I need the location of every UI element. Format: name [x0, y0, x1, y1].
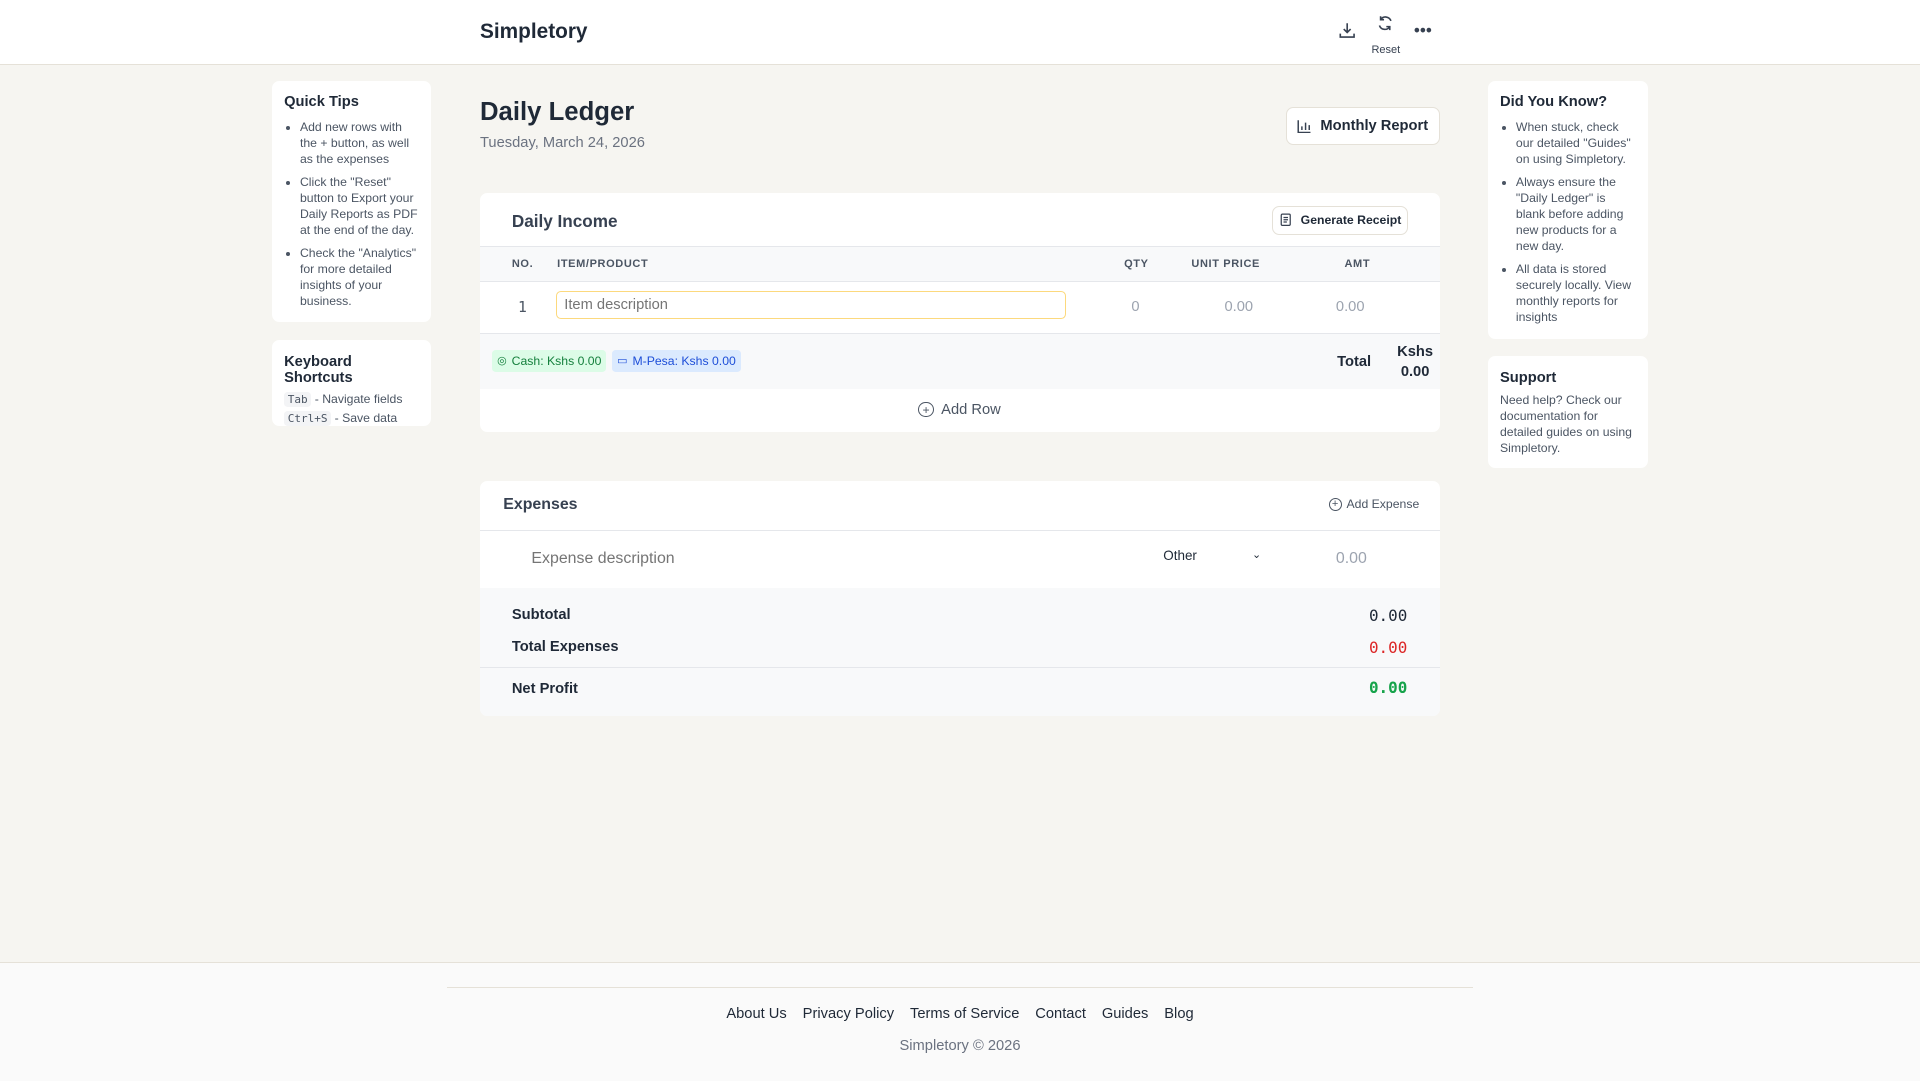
expense-amount-input[interactable]: 0.00 [1336, 550, 1367, 568]
brand-logo[interactable]: Simpletory [480, 20, 587, 44]
col-item: ITEM/PRODUCT [557, 258, 649, 271]
shortcut-tab: Tab - Navigate fields [284, 391, 419, 408]
chevron-down-icon: ⌄ [1251, 549, 1262, 562]
footer-link-guides[interactable]: Guides [1102, 1006, 1149, 1022]
shortcuts-title: Keyboard Shortcuts [284, 353, 353, 386]
footer-link-privacy[interactable]: Privacy Policy [803, 1006, 894, 1022]
key-ctrl-s: Ctrl+S [284, 410, 332, 427]
subtotal-label: Subtotal [511, 607, 571, 624]
support-text: Need help? Check our documentation for d… [1500, 393, 1632, 455]
table-header: NO. ITEM/PRODUCT QTY UNIT PRICE AMT [480, 246, 1440, 283]
shortcut-desc: - Navigate fields [314, 391, 403, 406]
footer-divider [446, 986, 1474, 988]
reset-label[interactable]: Reset [1371, 44, 1400, 56]
footer: About Us Privacy Policy Terms of Service… [0, 962, 1920, 1081]
item-description-input[interactable] [555, 291, 1067, 320]
support-title: Support [1500, 369, 1557, 386]
receipt-icon [1280, 213, 1291, 227]
plus-circle-icon: + [1328, 497, 1342, 511]
mpesa-label: M-Pesa: Kshs 0.00 [632, 353, 736, 368]
daily-income-card: Daily Income Generate Receipt NO. ITEM/P… [480, 193, 1440, 433]
net-profit-value: 0.00 [1368, 678, 1408, 698]
footer-link-blog[interactable]: Blog [1164, 1006, 1193, 1022]
col-unit-price: UNIT PRICE [1191, 258, 1260, 271]
row-number: 1 [517, 298, 527, 316]
tip-item: All data is stored securely locally. Vie… [1516, 262, 1636, 326]
expenses-card: Expenses + Add Expense Other ⌄ 0.00 Subto… [480, 481, 1440, 717]
quick-tips-title: Quick Tips [284, 94, 359, 111]
shortcut-desc: - Save data [334, 410, 398, 425]
qty-input[interactable]: 0 [1131, 299, 1139, 315]
total-currency: Kshs [1397, 344, 1434, 361]
add-row-button[interactable]: + Add Row [918, 401, 1001, 418]
add-expense-button[interactable]: + Add Expense [1328, 497, 1420, 512]
divider [480, 667, 1440, 669]
shortcuts-card: Keyboard Shortcuts Tab - Navigate fields… [271, 340, 431, 427]
total-label: Total [1337, 353, 1372, 370]
col-no: NO. [511, 258, 534, 271]
table-row: 1 0 0.00 0.00 [480, 282, 1440, 335]
expense-totals: Subtotal 0.00 Total Expenses 0.00 Net Pr… [480, 587, 1440, 717]
support-card: Support Need help? Check our documentati… [1487, 356, 1649, 468]
tip-item: Add new rows with the + button, as well … [300, 120, 419, 168]
more-icon[interactable]: ••• [1409, 17, 1436, 44]
page-date: Tuesday, March 24, 2026 [480, 134, 645, 151]
tip-item: Click the "Reset" button to Export your … [300, 175, 419, 239]
amount-value: 0.00 [1335, 298, 1365, 315]
expense-category-select[interactable]: Other ⌄ [1163, 548, 1261, 563]
monthly-report-label: Monthly Report [1320, 117, 1429, 134]
cash-icon: ◎ [497, 355, 507, 368]
bar-chart-icon [1297, 119, 1311, 133]
cash-badge: ◎ Cash: Kshs 0.00 [492, 350, 607, 372]
expenses-title: Expenses [503, 495, 578, 513]
generate-receipt-button[interactable]: Generate Receipt [1272, 205, 1408, 235]
top-header [0, 0, 1920, 65]
add-row-label: Add Row [941, 401, 1001, 418]
plus-circle-icon: + [918, 401, 934, 418]
footer-link-contact[interactable]: Contact [1035, 1006, 1086, 1022]
mpesa-badge: ▭ M-Pesa: Kshs 0.00 [612, 350, 741, 372]
subtotal-value: 0.00 [1368, 606, 1408, 626]
footer-link-about[interactable]: About Us [726, 1006, 786, 1022]
unit-price-input[interactable]: 0.00 [1224, 299, 1253, 315]
reset-icon[interactable] [1371, 10, 1398, 37]
tip-item: Check the "Analytics" for more detailed … [300, 246, 419, 310]
tip-item: Always ensure the "Daily Ledger" is blan… [1516, 175, 1636, 255]
income-summary: ◎ Cash: Kshs 0.00 ▭ M-Pesa: Kshs 0.00 Tota… [480, 334, 1440, 390]
income-title: Daily Income [511, 210, 618, 231]
shortcut-save: Ctrl+S - Save data [284, 410, 419, 427]
quick-tips-card: Quick Tips Add new rows with the + butto… [271, 80, 431, 323]
add-expense-label: Add Expense [1346, 497, 1420, 512]
did-you-know-title: Did You Know? [1500, 94, 1608, 111]
col-qty: QTY [1124, 258, 1149, 271]
footer-links: About Us Privacy Policy Terms of Service… [0, 1006, 1920, 1022]
col-amt: AMT [1344, 258, 1371, 271]
tip-item: When stuck, check our detailed "Guides" … [1516, 120, 1636, 168]
expense-row: Other ⌄ 0.00 [480, 530, 1440, 589]
total-expenses-value: 0.00 [1368, 637, 1408, 657]
category-value: Other [1163, 548, 1197, 564]
expense-description-input[interactable] [528, 543, 1024, 576]
generate-receipt-label: Generate Receipt [1300, 213, 1402, 228]
card-icon: ▭ [617, 355, 628, 368]
footer-link-terms[interactable]: Terms of Service [910, 1006, 1019, 1022]
page-title: Daily Ledger [480, 97, 635, 126]
did-you-know-card: Did You Know? When stuck, check our deta… [1487, 80, 1649, 340]
copyright: Simpletory © 2026 [899, 1038, 1021, 1055]
total-expenses-label: Total Expenses [511, 639, 619, 656]
total-value: 0.00 [1400, 363, 1430, 380]
key-tab: Tab [284, 391, 312, 408]
monthly-report-button[interactable]: Monthly Report [1285, 106, 1440, 146]
cash-label: Cash: Kshs 0.00 [511, 353, 602, 368]
download-icon[interactable] [1333, 17, 1360, 44]
net-profit-label: Net Profit [511, 680, 578, 697]
